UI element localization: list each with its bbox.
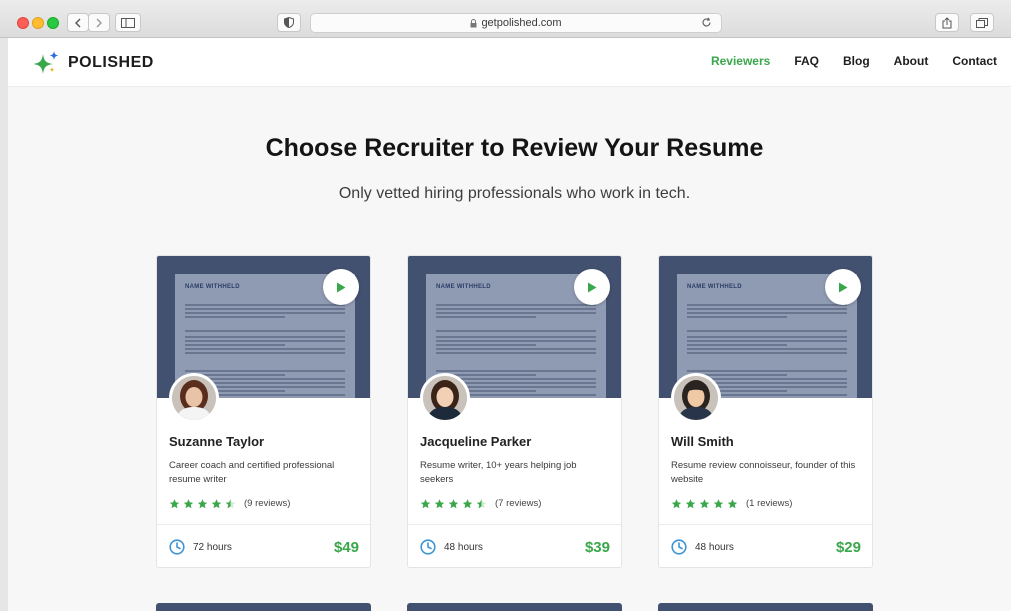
play-button[interactable] (825, 269, 861, 305)
rating: (9 reviews) (169, 498, 290, 509)
star-icon (434, 498, 445, 508)
card-footer: 72 hours $49 (157, 524, 370, 567)
window-edge (0, 38, 8, 611)
half-star-icon (476, 498, 487, 508)
forward-button[interactable] (88, 13, 110, 32)
review-count: (9 reviews) (244, 498, 291, 509)
review-count: (1 reviews) (746, 498, 793, 509)
card-footer: 48 hours $39 (408, 524, 621, 567)
nav-reviewers[interactable]: Reviewers (711, 54, 770, 68)
sidebar-toggle-button[interactable] (115, 13, 141, 32)
back-button[interactable] (67, 13, 89, 32)
chevron-left-icon (75, 18, 81, 27)
page-title: Choose Recruiter to Review Your Resume (265, 134, 764, 162)
star-icon (713, 498, 724, 508)
play-icon (588, 282, 597, 292)
card-footer: 48 hours $29 (659, 524, 872, 567)
site-header: POLISHED Reviewers FAQ Blog About Contac… (8, 38, 1011, 87)
share-icon (942, 16, 952, 28)
turnaround-time: 72 hours (193, 542, 232, 553)
reviewer-card[interactable]: NAME WITHHELD Suzanne Taylor Career coac… (156, 255, 371, 568)
star-icon (462, 498, 473, 508)
half-star-icon (225, 498, 236, 508)
star-icon (448, 498, 459, 508)
nav-faq[interactable]: FAQ (794, 54, 819, 68)
browser-toolbar: getpolished.com (0, 0, 1011, 38)
avatar (420, 373, 470, 423)
price: $39 (584, 539, 610, 556)
turnaround-time: 48 hours (444, 542, 483, 553)
price: $29 (835, 539, 861, 556)
star-icon (169, 498, 180, 508)
reload-icon[interactable] (701, 17, 712, 28)
next-card-preview (156, 603, 371, 611)
address-bar[interactable]: getpolished.com (310, 13, 722, 33)
play-button[interactable] (574, 269, 610, 305)
star-icon (211, 498, 222, 508)
zoom-window-button[interactable] (47, 17, 59, 29)
shield-icon (284, 17, 294, 28)
sparkle-logo-icon (33, 51, 59, 74)
sidebar-icon (121, 17, 135, 28)
share-button[interactable] (935, 13, 959, 32)
privacy-report-button[interactable] (277, 13, 301, 32)
close-window-button[interactable] (17, 17, 29, 29)
minimize-window-button[interactable] (32, 17, 44, 29)
nav-contact[interactable]: Contact (952, 54, 997, 68)
star-icon (699, 498, 710, 508)
next-card-preview (658, 603, 873, 611)
clock-icon (671, 539, 687, 555)
turnaround-time: 48 hours (695, 542, 734, 553)
rating: (7 reviews) (420, 498, 541, 509)
tab-overview-button[interactable] (970, 13, 994, 32)
resume-name: NAME WITHHELD (436, 284, 491, 290)
avatar (169, 373, 219, 423)
star-icon (420, 498, 431, 508)
reviewer-description: Resume review connoisseur, founder of th… (671, 460, 856, 485)
reviewer-name[interactable]: Will Smith (671, 434, 734, 449)
star-icon (183, 498, 194, 508)
reviewer-card[interactable]: NAME WITHHELD Jacqueline Parker Resume w… (407, 255, 622, 568)
nav-blog[interactable]: Blog (843, 54, 870, 68)
page-subtitle: Only vetted hiring professionals who wor… (338, 185, 691, 202)
reviewer-description: Career coach and certified professional … (169, 460, 335, 485)
reviewer-name[interactable]: Suzanne Taylor (169, 434, 264, 449)
tabs-icon (976, 17, 988, 28)
price: $49 (333, 539, 359, 556)
reviewer-name[interactable]: Jacqueline Parker (420, 434, 531, 449)
star-icon (197, 498, 208, 508)
logo[interactable]: POLISHED (32, 50, 154, 76)
review-count: (7 reviews) (495, 498, 542, 509)
clock-icon (169, 539, 185, 555)
resume-name: NAME WITHHELD (687, 284, 742, 290)
resume-name: NAME WITHHELD (185, 284, 240, 290)
nav-about[interactable]: About (894, 54, 929, 68)
url-text: getpolished.com (481, 17, 562, 29)
play-icon (839, 282, 848, 292)
play-button[interactable] (323, 269, 359, 305)
reviewer-card[interactable]: NAME WITHHELD Will Smith Resume review c… (658, 255, 873, 568)
main-nav: Reviewers FAQ Blog About Contact (711, 54, 997, 68)
lock-icon (470, 18, 477, 27)
chevron-right-icon (96, 18, 102, 27)
logo-text: POLISHED (68, 54, 154, 71)
avatar (671, 373, 721, 423)
next-card-preview (407, 603, 622, 611)
star-icon (685, 498, 696, 508)
reviewer-description: Resume writer, 10+ years helping job see… (420, 460, 577, 485)
play-icon (337, 282, 346, 292)
clock-icon (420, 539, 436, 555)
star-icon (671, 498, 682, 508)
star-icon (727, 498, 738, 508)
rating: (1 reviews) (671, 498, 792, 509)
